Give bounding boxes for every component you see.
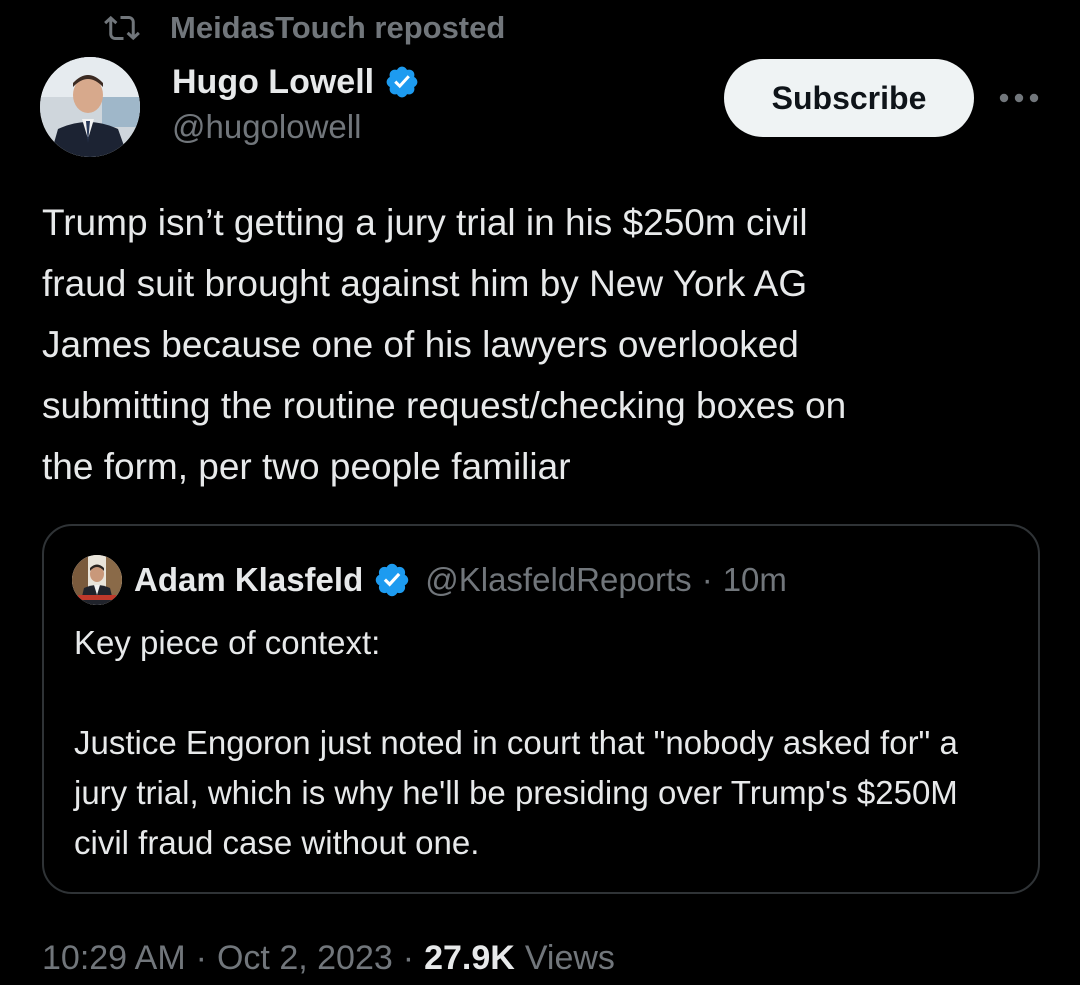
verified-badge-icon[interactable] <box>384 64 420 100</box>
repost-label: MeidasTouch reposted <box>170 10 506 45</box>
repost-icon <box>104 15 140 41</box>
more-icon <box>999 93 1039 103</box>
separator-dot: · <box>195 938 207 977</box>
avatar-image <box>40 57 140 157</box>
quoted-tweet-paragraph-2: Justice Engoron just noted in court that… <box>74 724 958 861</box>
author-handle[interactable]: @hugolowell <box>172 108 420 146</box>
quoted-tweet-paragraph-1: Key piece of context: <box>74 624 381 661</box>
quoted-author-handle: @KlasfeldReports <box>425 561 692 598</box>
quoted-tweet-time: 10m <box>722 561 787 598</box>
subscribe-button[interactable]: Subscribe <box>724 59 974 137</box>
more-options-button[interactable] <box>998 78 1040 118</box>
views-label[interactable]: Views <box>525 939 615 978</box>
author-avatar[interactable] <box>40 57 140 157</box>
tweet-text: Trump isn’t getting a jury trial in his … <box>42 202 847 487</box>
verified-badge-icon <box>376 563 409 597</box>
repost-indicator[interactable]: MeidasTouch reposted <box>104 8 505 48</box>
quoted-author-name: Adam Klasfeld <box>134 561 364 598</box>
quoted-tweet[interactable]: Adam Klasfeld @KlasfeldReports · 10m Key… <box>42 524 1040 894</box>
quoted-author-avatar[interactable] <box>72 555 122 605</box>
quoted-avatar-image <box>72 555 122 605</box>
tweet-time[interactable]: 10:29 AM <box>42 939 186 978</box>
author-info: Hugo Lowell @hugolowell <box>172 58 420 146</box>
tweet-meta: 10:29 AM · Oct 2, 2023 · 27.9K Views <box>42 935 615 981</box>
separator-dot: · <box>701 561 713 598</box>
separator-dot: · <box>402 938 415 977</box>
author-name[interactable]: Hugo Lowell <box>172 63 374 102</box>
tweet-date[interactable]: Oct 2, 2023 <box>217 939 393 978</box>
views-count[interactable]: 27.9K <box>424 939 515 978</box>
quoted-tweet-header: Adam Klasfeld @KlasfeldReports · 10m <box>72 555 787 605</box>
quoted-tweet-text: Key piece of context: Justice Engoron ju… <box>74 618 1014 868</box>
